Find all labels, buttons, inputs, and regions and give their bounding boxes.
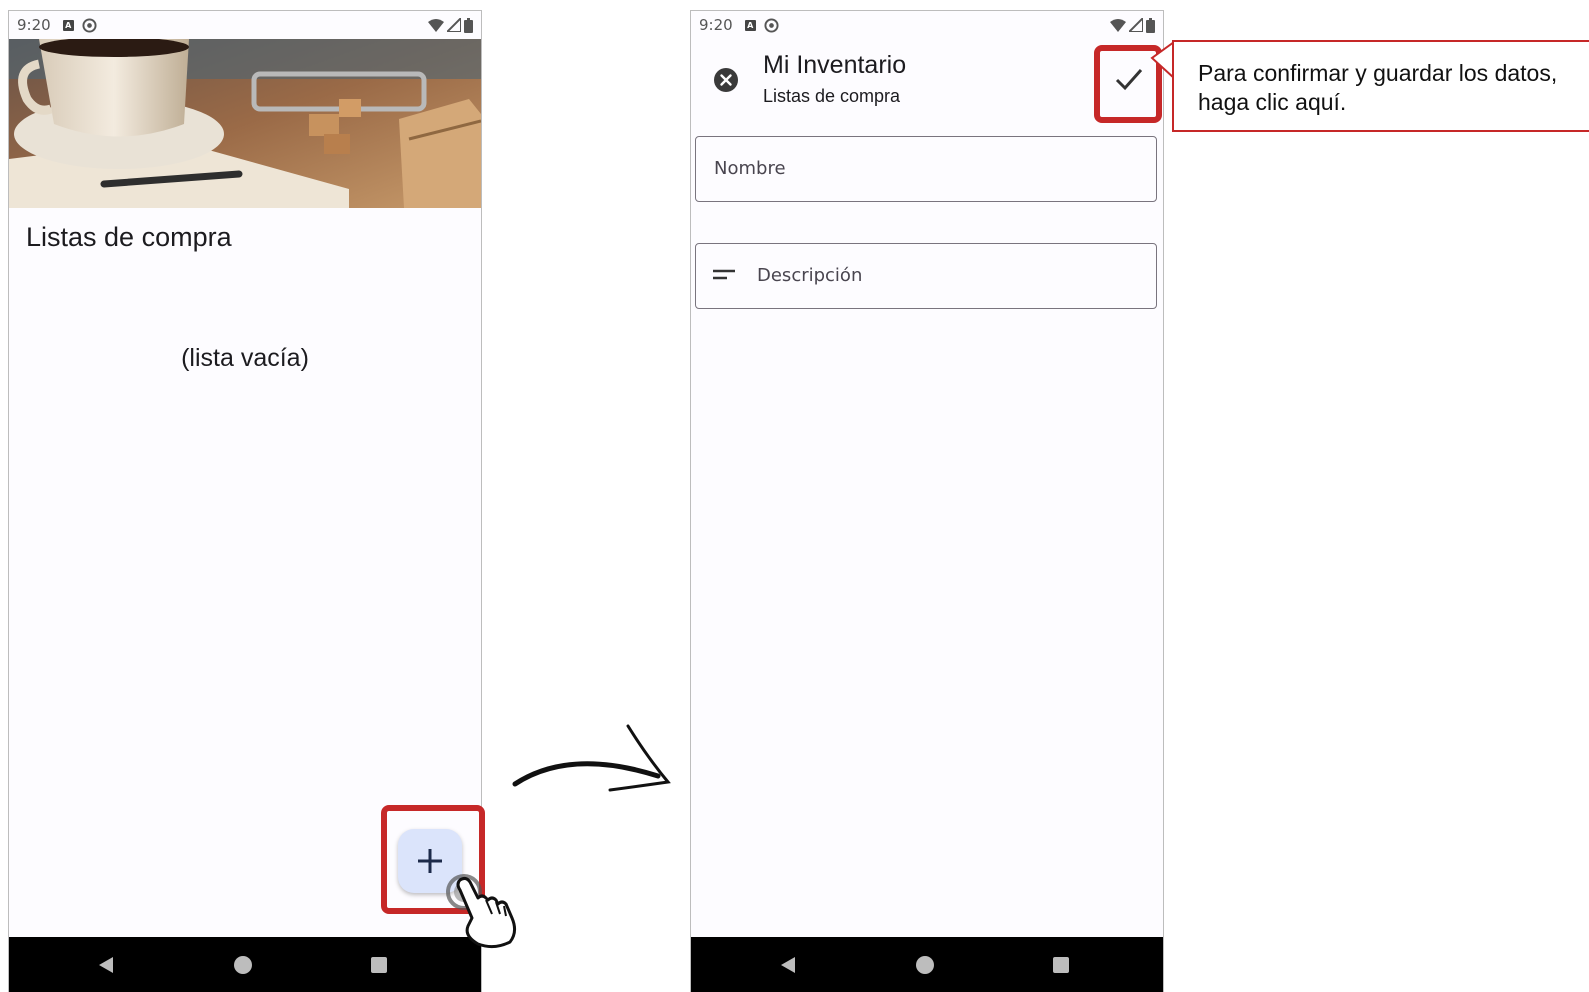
navigation-bar bbox=[691, 937, 1163, 992]
back-icon[interactable] bbox=[97, 956, 115, 974]
app-title: Mi Inventario bbox=[763, 51, 907, 79]
recents-icon[interactable] bbox=[371, 957, 387, 973]
wifi-icon bbox=[428, 18, 444, 32]
battery-icon bbox=[1146, 17, 1155, 33]
home-icon[interactable] bbox=[234, 956, 252, 974]
status-time: 9:20 bbox=[17, 16, 51, 34]
callout-text: Para confirmar y guardar los datos, haga… bbox=[1198, 60, 1558, 115]
battery-icon bbox=[464, 17, 473, 33]
sync-icon bbox=[764, 17, 779, 33]
status-right-group bbox=[1110, 17, 1155, 33]
name-field-placeholder: Nombre bbox=[714, 158, 786, 179]
back-icon[interactable] bbox=[779, 956, 797, 974]
app-subtitle: Listas de compra bbox=[763, 86, 901, 106]
description-field-placeholder: Descripción bbox=[757, 265, 863, 286]
instruction-callout: Para confirmar y guardar los datos, haga… bbox=[1172, 40, 1589, 132]
notes-icon bbox=[713, 269, 735, 280]
signal-icon bbox=[447, 18, 461, 32]
a-badge-icon: A bbox=[744, 19, 756, 31]
name-field[interactable]: Nombre bbox=[695, 136, 1157, 202]
hand-pointer-icon bbox=[446, 874, 517, 949]
description-field[interactable]: Descripción bbox=[695, 243, 1157, 309]
hero-image bbox=[9, 39, 481, 208]
home-icon[interactable] bbox=[916, 956, 934, 974]
a-badge-icon: A bbox=[62, 19, 74, 31]
signal-icon bbox=[1129, 18, 1143, 32]
transition-arrow-icon bbox=[512, 724, 671, 792]
wifi-icon bbox=[1110, 18, 1126, 32]
phone-screen-edit: 9:20 A Mi Inventario Listas de compra No… bbox=[690, 10, 1164, 992]
navigation-bar bbox=[9, 937, 481, 992]
recents-icon[interactable] bbox=[1053, 957, 1069, 973]
status-right-group bbox=[428, 17, 473, 33]
empty-list-message: (lista vacía) bbox=[181, 344, 309, 372]
status-time: 9:20 bbox=[699, 16, 733, 34]
status-bar: 9:20 A bbox=[691, 11, 1163, 39]
sync-icon bbox=[82, 17, 97, 33]
screen-title: Listas de compra bbox=[26, 222, 232, 252]
close-circle-icon[interactable] bbox=[713, 67, 739, 93]
status-bar: 9:20 A bbox=[9, 11, 481, 39]
